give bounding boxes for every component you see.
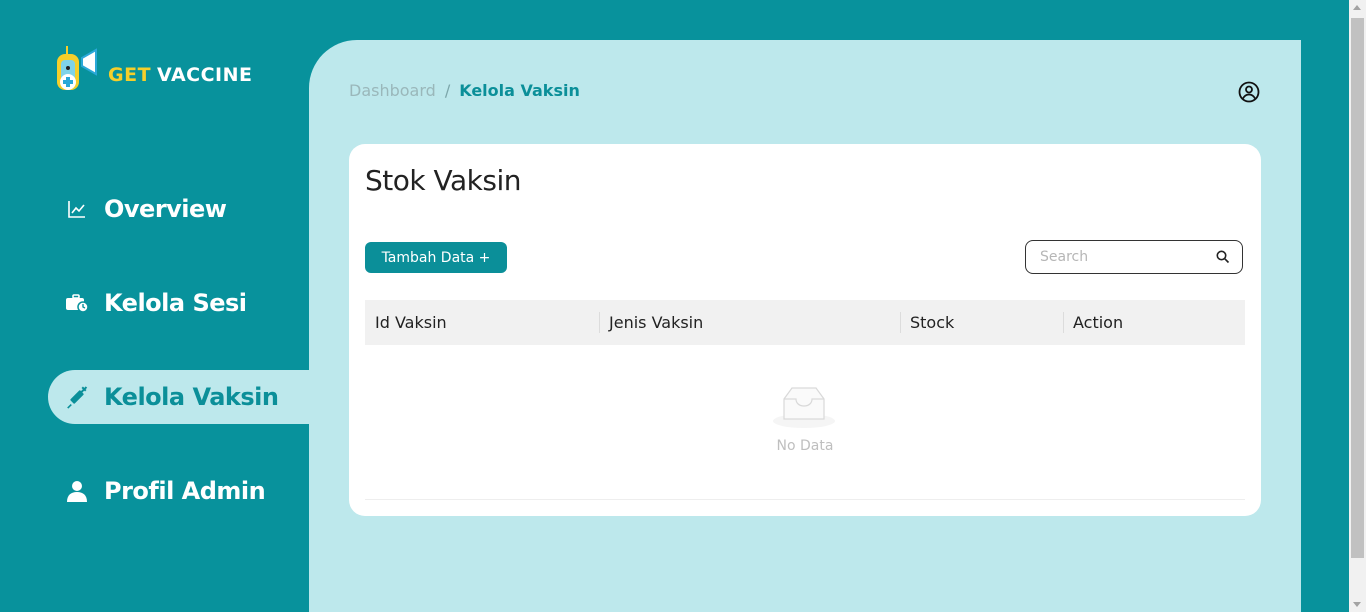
table-header: Id Vaksin Jenis Vaksin Stock Action <box>365 300 1245 345</box>
breadcrumb-dashboard-link[interactable]: Dashboard <box>349 81 436 100</box>
breadcrumb-current: Kelola Vaksin <box>459 81 580 100</box>
sidebar-item-profil-admin[interactable]: Profil Admin <box>48 464 309 518</box>
search-icon[interactable] <box>1216 250 1230 264</box>
empty-state-text: No Data <box>776 438 834 454</box>
user-circle-icon[interactable] <box>1238 81 1260 103</box>
empty-inbox-icon <box>773 387 835 428</box>
page-scrollbar[interactable] <box>1349 0 1366 612</box>
sidebar-item-overview[interactable]: Overview <box>48 182 309 236</box>
page-title: Stok Vaksin <box>365 164 521 197</box>
sidebar-item-label: Kelola Sesi <box>104 289 247 317</box>
sidebar-item-label: Profil Admin <box>104 477 266 505</box>
add-data-button[interactable]: Tambah Data + <box>365 242 507 273</box>
search-input[interactable] <box>1038 248 1216 266</box>
sidebar-item-label: Overview <box>104 195 227 223</box>
logo-wordmark: GET VACCINE <box>108 64 253 86</box>
sidebar-item-kelola-vaksin[interactable]: Kelola Vaksin <box>48 370 309 424</box>
column-header-stock[interactable]: Stock <box>900 300 1063 345</box>
syringe-icon <box>64 384 90 410</box>
column-header-action[interactable]: Action <box>1063 300 1245 345</box>
vaccine-mascot-icon <box>57 46 97 90</box>
scroll-up-arrow-icon[interactable] <box>1353 5 1361 10</box>
column-header-id-vaksin[interactable]: Id Vaksin <box>365 300 599 345</box>
chart-line-icon <box>64 196 90 222</box>
app-logo[interactable]: GET VACCINE <box>52 44 252 100</box>
column-header-jenis-vaksin[interactable]: Jenis Vaksin <box>599 300 900 345</box>
breadcrumb: Dashboard / Kelola Vaksin <box>349 81 580 100</box>
sidebar-item-label: Kelola Vaksin <box>104 383 279 411</box>
medical-kit-clock-icon <box>64 290 90 316</box>
stock-card: Stok Vaksin Tambah Data + Id Vaksin Jeni… <box>349 144 1261 516</box>
logo-text-get: GET <box>108 64 152 86</box>
sidebar-item-kelola-sesi[interactable]: Kelola Sesi <box>48 276 309 330</box>
empty-state: No Data <box>365 345 1245 500</box>
user-icon <box>64 478 90 504</box>
breadcrumb-separator: / <box>444 81 451 100</box>
search-box[interactable] <box>1025 240 1243 274</box>
scroll-down-arrow-icon[interactable] <box>1353 602 1361 607</box>
scrollbar-thumb[interactable] <box>1351 18 1364 558</box>
logo-text-vaccine: VACCINE <box>157 64 253 86</box>
main-content: Dashboard / Kelola Vaksin Stok Vaksin Ta… <box>309 40 1301 612</box>
